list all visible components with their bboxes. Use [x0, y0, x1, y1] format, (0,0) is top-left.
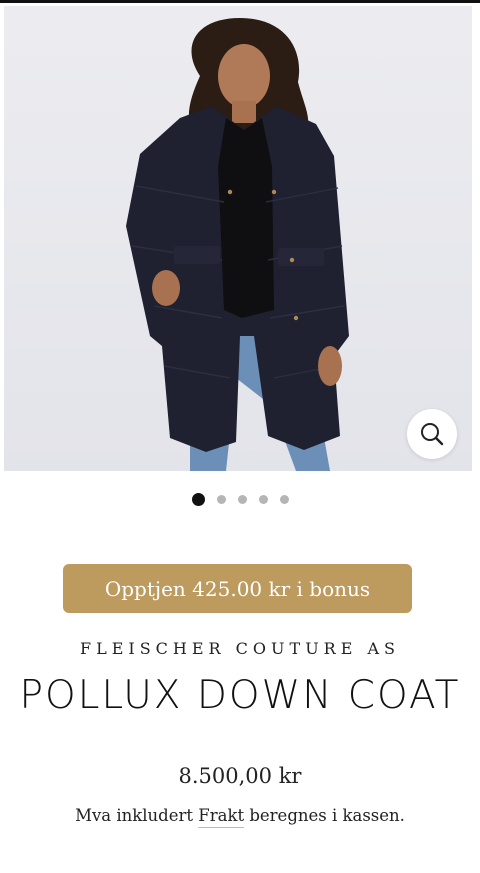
- bonus-button[interactable]: Opptjen 425.00 kr i bonus: [63, 564, 412, 613]
- search-icon: [421, 423, 444, 446]
- zoom-button[interactable]: [407, 409, 457, 459]
- shipping-link[interactable]: Frakt: [198, 806, 244, 825]
- product-image-gallery[interactable]: [4, 6, 472, 471]
- gallery-dot[interactable]: [279, 495, 289, 504]
- gallery-pagination: [0, 493, 480, 506]
- gallery-dot[interactable]: [191, 493, 205, 506]
- gallery-dot[interactable]: [237, 495, 247, 504]
- product-price: 8.500,00 kr: [178, 764, 302, 788]
- tax-note-suffix: beregnes i kassen.: [244, 806, 405, 825]
- product-title: POLLUX DOWN COAT: [19, 673, 461, 718]
- product-image: [126, 18, 349, 471]
- product-vendor: FLEISCHER COUTURE AS: [79, 639, 401, 658]
- top-divider: [0, 0, 480, 3]
- gallery-dot[interactable]: [216, 495, 226, 504]
- tax-shipping-note: Mva inkludert Frakt beregnes i kassen.: [0, 806, 480, 825]
- gallery-dot[interactable]: [258, 495, 268, 504]
- tax-note-prefix: Mva inkludert: [75, 806, 199, 825]
